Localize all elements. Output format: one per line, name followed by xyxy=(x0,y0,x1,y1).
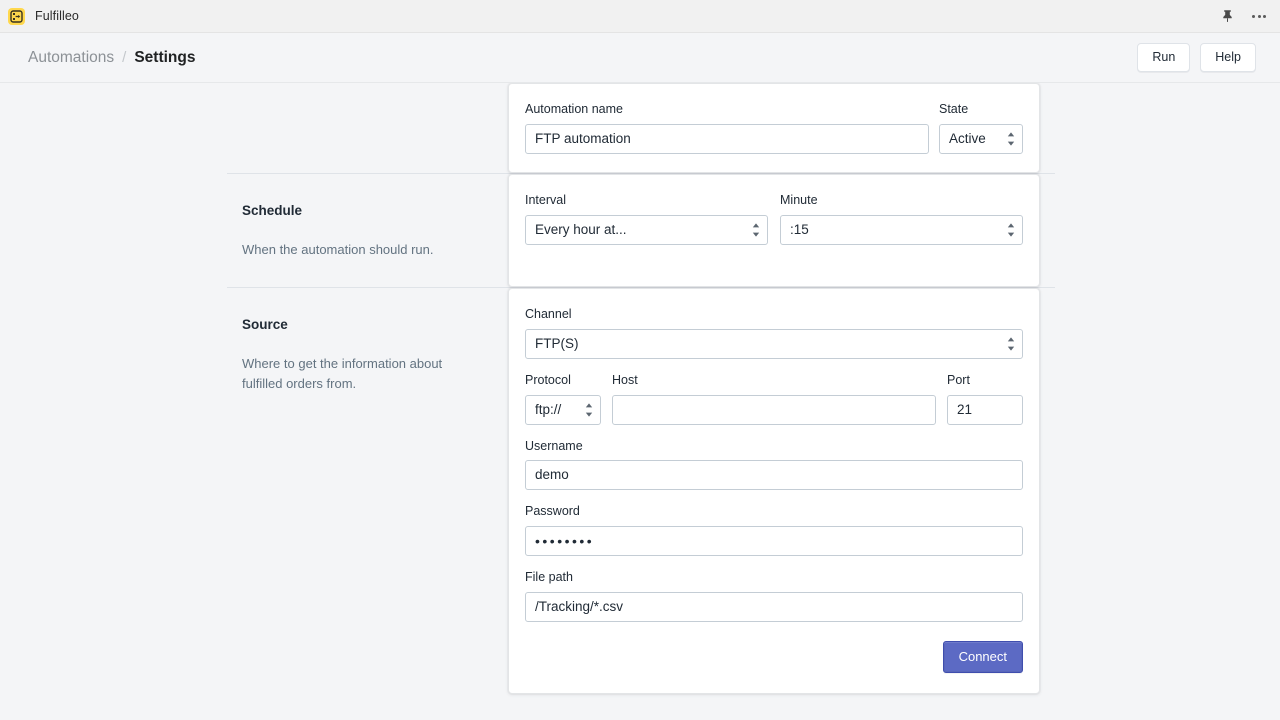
password-input[interactable] xyxy=(525,526,1023,556)
source-card: Channel FTP(S) Protocol ftp:// xyxy=(508,288,1040,694)
page-subheader: Automations / Settings Run Help xyxy=(0,33,1280,83)
minute-select[interactable]: :15 xyxy=(780,215,1023,245)
connection-fields: Protocol ftp:// Host Port xyxy=(525,371,1023,425)
minute-select-wrap: :15 xyxy=(780,215,1023,245)
filepath-input[interactable] xyxy=(525,592,1023,622)
schedule-description: When the automation should run. xyxy=(242,240,463,260)
host-input[interactable] xyxy=(612,395,936,425)
schedule-fields: Interval Every hour at... Minute :15 xyxy=(525,191,1023,245)
source-title: Source xyxy=(242,316,463,335)
username-label: Username xyxy=(525,437,1023,456)
section-general: Automation name State Active xyxy=(0,83,1280,173)
interval-select[interactable]: Every hour at... xyxy=(525,215,768,245)
connect-button[interactable]: Connect xyxy=(943,641,1023,673)
pushpin-icon[interactable] xyxy=(1218,7,1236,25)
window-titlebar: Fulfilleo xyxy=(0,0,1280,33)
schedule-aside: Schedule When the automation should run. xyxy=(226,174,508,287)
port-label: Port xyxy=(947,371,1023,390)
state-select[interactable]: Active xyxy=(939,124,1023,154)
protocol-field: Protocol ftp:// xyxy=(525,371,601,425)
password-field: Password xyxy=(525,502,1023,556)
settings-content: Automation name State Active xyxy=(0,83,1280,720)
host-field: Host xyxy=(612,371,936,425)
section-schedule: Schedule When the automation should run.… xyxy=(0,174,1280,287)
more-options-icon[interactable] xyxy=(1250,7,1268,25)
general-card: Automation name State Active xyxy=(508,83,1040,173)
source-description: Where to get the information about fulfi… xyxy=(242,354,463,393)
titlebar-controls xyxy=(1218,7,1268,25)
page-title: Settings xyxy=(134,49,195,67)
app-title: Fulfilleo xyxy=(35,9,79,23)
state-label: State xyxy=(939,100,1023,119)
general-fields: Automation name State Active xyxy=(525,100,1023,154)
port-input[interactable] xyxy=(947,395,1023,425)
breadcrumb-automations-link[interactable]: Automations xyxy=(28,49,114,67)
port-field: Port xyxy=(947,371,1023,425)
protocol-select-wrap: ftp:// xyxy=(525,395,601,425)
protocol-select[interactable]: ftp:// xyxy=(525,395,601,425)
minute-label: Minute xyxy=(780,191,1023,210)
filepath-field: File path xyxy=(525,568,1023,622)
automation-flow-icon xyxy=(8,8,25,25)
section-source: Source Where to get the information abou… xyxy=(0,288,1280,694)
username-field: Username xyxy=(525,437,1023,491)
run-button[interactable]: Run xyxy=(1137,43,1190,73)
interval-field: Interval Every hour at... xyxy=(525,191,768,245)
source-card-actions: Connect xyxy=(525,641,1023,673)
channel-field: Channel FTP(S) xyxy=(525,305,1023,359)
section-general-aside xyxy=(226,83,508,173)
password-label: Password xyxy=(525,502,1023,521)
breadcrumb: Automations / Settings xyxy=(28,49,196,67)
interval-label: Interval xyxy=(525,191,768,210)
help-button[interactable]: Help xyxy=(1200,43,1256,73)
source-aside: Source Where to get the information abou… xyxy=(226,288,508,694)
schedule-card: Interval Every hour at... Minute :15 xyxy=(508,174,1040,287)
page-actions: Run Help xyxy=(1137,43,1256,73)
state-select-wrap: Active xyxy=(939,124,1023,154)
schedule-title: Schedule xyxy=(242,202,463,221)
protocol-label: Protocol xyxy=(525,371,601,390)
automation-name-label: Automation name xyxy=(525,100,929,119)
filepath-label: File path xyxy=(525,568,1023,587)
channel-select[interactable]: FTP(S) xyxy=(525,329,1023,359)
minute-field: Minute :15 xyxy=(780,191,1023,245)
breadcrumb-separator: / xyxy=(122,49,126,66)
username-input[interactable] xyxy=(525,460,1023,490)
channel-select-wrap: FTP(S) xyxy=(525,329,1023,359)
interval-select-wrap: Every hour at... xyxy=(525,215,768,245)
automation-name-input[interactable] xyxy=(525,124,929,154)
automation-name-field: Automation name xyxy=(525,100,929,154)
channel-label: Channel xyxy=(525,305,1023,324)
state-field: State Active xyxy=(939,100,1023,154)
host-label: Host xyxy=(612,371,936,390)
